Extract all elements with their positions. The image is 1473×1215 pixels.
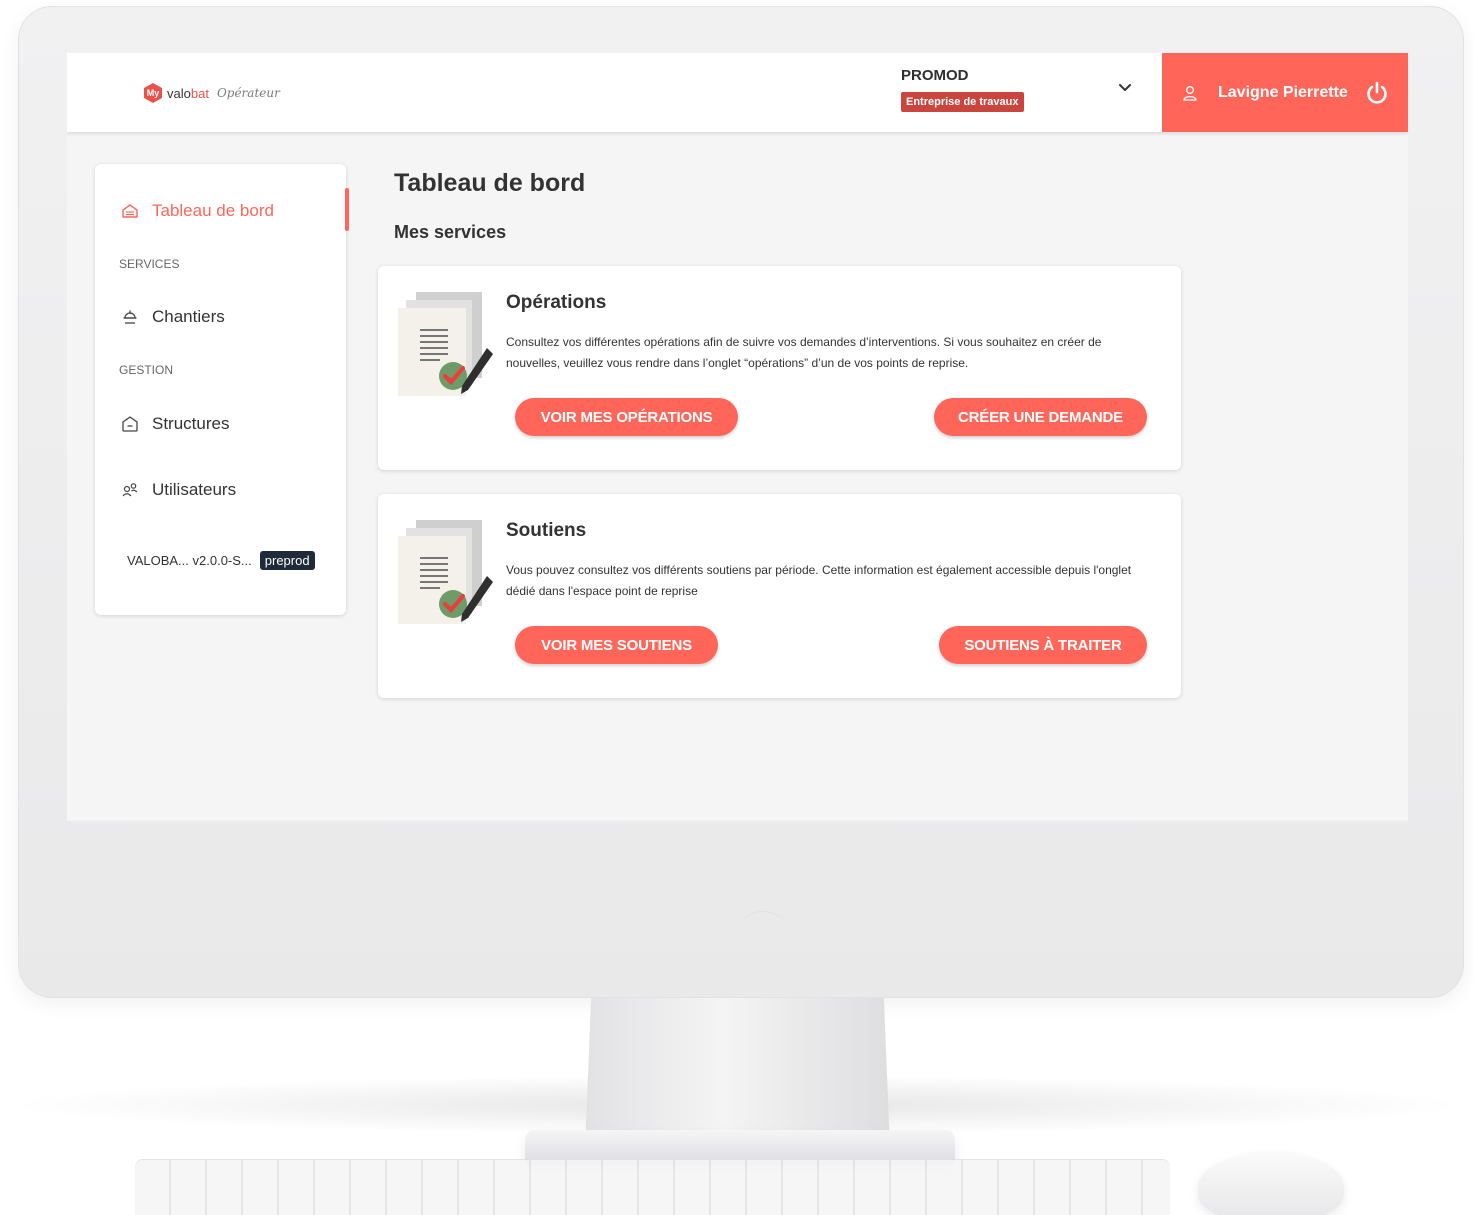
sidebar-item-chantiers[interactable]: Chantiers (95, 296, 346, 338)
sidebar-item-utilisateurs[interactable]: Utilisateurs (95, 469, 346, 511)
card-title: Soutiens (506, 520, 587, 541)
chevron-down-icon[interactable] (1118, 81, 1132, 95)
sidebar-item-structures[interactable]: Structures (95, 403, 346, 445)
top-bar: My valo bat Opérateur PROMOD Entreprise d… (67, 53, 1408, 132)
sidebar-item-label: Chantiers (152, 307, 225, 326)
version-text: VALOBA... v2.0.0-S... (127, 553, 252, 568)
building-site-icon (123, 310, 137, 324)
service-card-operations: Opérations Consultez vos différentes opé… (378, 266, 1181, 470)
create-request-button[interactable]: CRÉER UNE DEMANDE (934, 398, 1147, 436)
sidebar-item-label: Tableau de bord (152, 201, 274, 220)
dashboard-icon (122, 204, 138, 218)
view-operations-button[interactable]: VOIR MES OPÉRATIONS (515, 398, 738, 436)
company-selector[interactable]: PROMOD Entreprise de travaux (901, 67, 1024, 112)
sidebar-item-label: Utilisateurs (152, 480, 237, 499)
nav-section-services: SERVICES (119, 257, 180, 271)
documents-illustration-icon (398, 292, 493, 396)
page-title: Tableau de bord (394, 169, 586, 197)
card-title: Opérations (506, 292, 607, 313)
logo-name-part2: bat (190, 85, 209, 101)
user-menu[interactable]: Lavigne Pierrette (1162, 53, 1408, 132)
monitor-stand (585, 998, 890, 1148)
sidebar: Tableau de bord SERVICES Chantiers GESTI… (95, 164, 349, 615)
nav-section-gestion: GESTION (119, 363, 174, 377)
logo-mark: My (144, 83, 162, 103)
sidebar-item-dashboard[interactable]: Tableau de bord (95, 190, 346, 232)
view-soutiens-button[interactable]: VOIR MES SOUTIENS (515, 626, 718, 664)
environment-badge: preprod (259, 551, 315, 570)
documents-illustration-icon (398, 520, 493, 624)
user-name: Lavigne Pierrette (1218, 83, 1348, 101)
users-icon (122, 483, 138, 497)
logo-name-part1: valo (167, 85, 191, 101)
sidebar-item-label: Structures (152, 414, 230, 433)
power-icon[interactable] (1364, 80, 1390, 106)
user-icon (1183, 85, 1197, 101)
section-title: Mes services (394, 222, 507, 242)
keyboard (135, 1160, 1170, 1215)
mouse (1198, 1152, 1344, 1215)
monitor-seam (738, 911, 788, 951)
card-description: Consultez vos différentes opérations afi… (506, 335, 1102, 370)
app-logo[interactable]: My valo bat Opérateur (143, 82, 280, 104)
app-screen: My valo bat Opérateur PROMOD Entreprise d… (67, 53, 1408, 821)
structure-icon (122, 416, 138, 432)
soutiens-to-process-button[interactable]: SOUTIENS À TRAITER (939, 626, 1147, 664)
service-card-soutiens: Soutiens Vous pouvez consultez vos diffé… (378, 494, 1181, 698)
app-version: VALOBA... v2.0.0-S... preprod (127, 551, 315, 570)
logo-subtitle: Opérateur (216, 86, 280, 100)
company-name: PROMOD (901, 67, 969, 84)
card-description: Vous pouvez consultez vos différents sou… (506, 563, 1132, 598)
company-type-badge: Entreprise de travaux (901, 92, 1024, 112)
